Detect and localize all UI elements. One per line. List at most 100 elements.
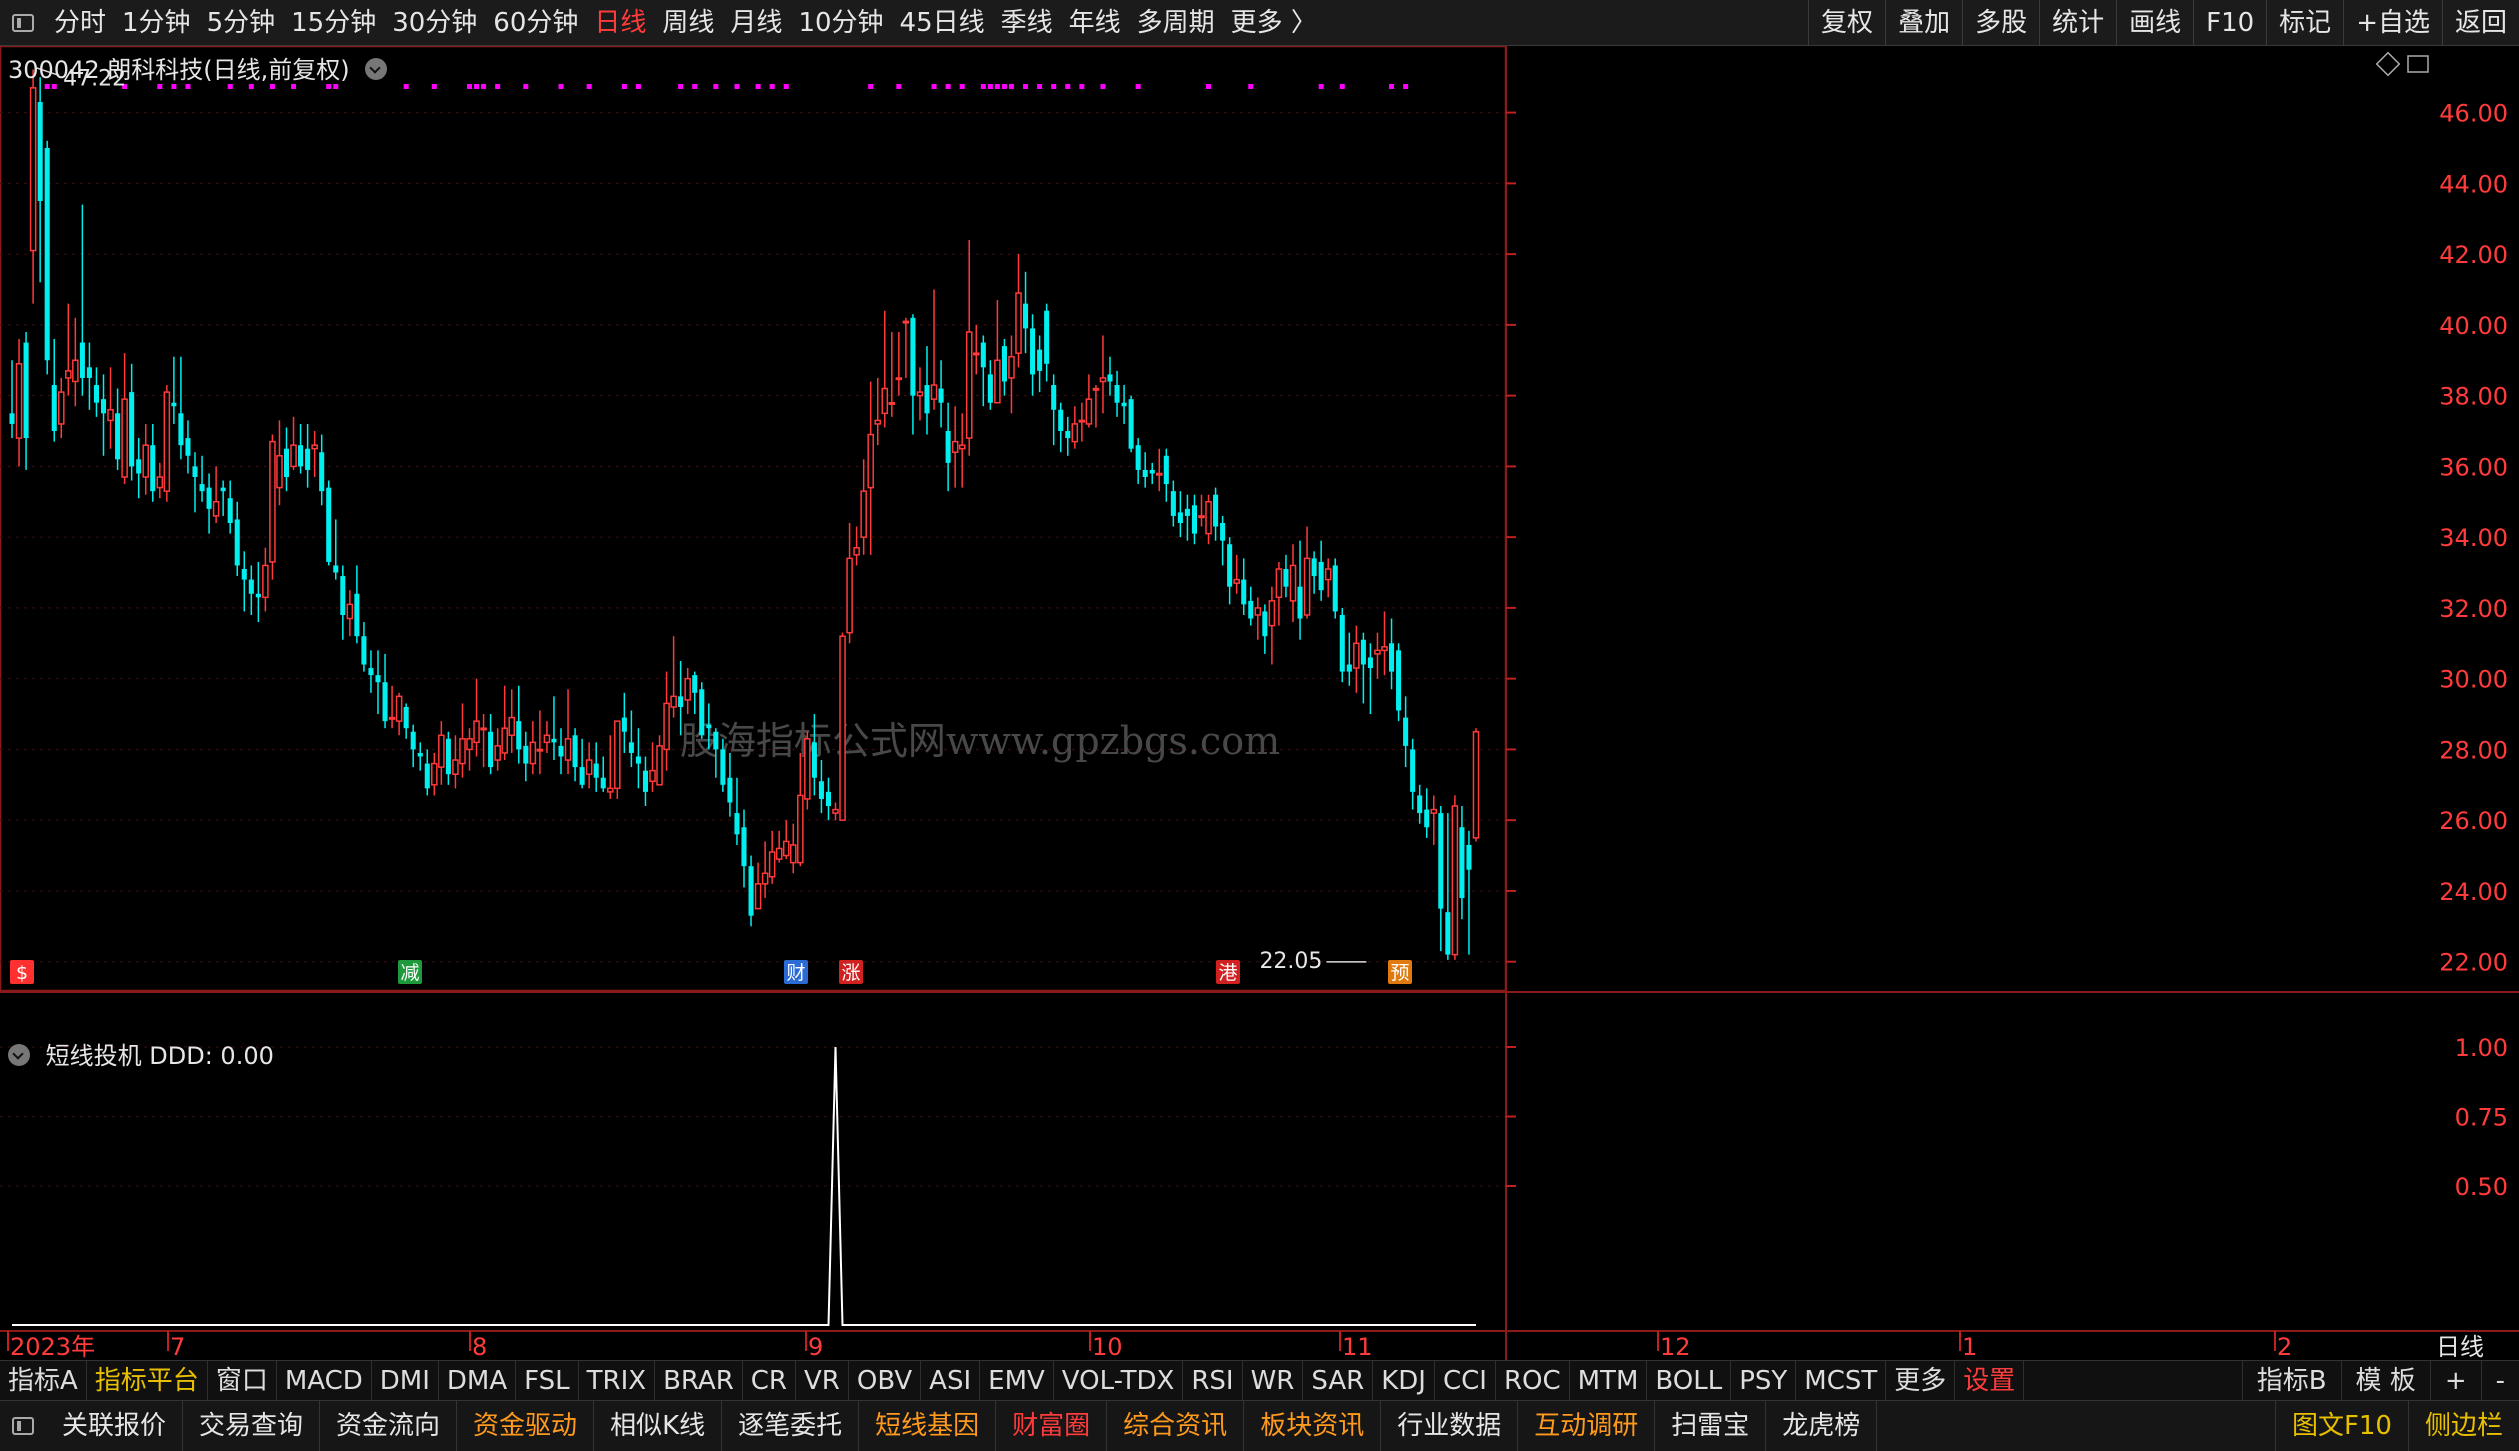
period-tab[interactable]: 月线 bbox=[722, 0, 790, 46]
toolbar-button[interactable]: 标记 bbox=[2266, 0, 2343, 46]
period-tab[interactable]: 60分钟 bbox=[485, 0, 586, 46]
candle-body-down bbox=[136, 459, 142, 474]
period-tab[interactable]: 年线 bbox=[1061, 0, 1129, 46]
indicator-tab[interactable]: PSY bbox=[1731, 1360, 1797, 1401]
indicator-tab[interactable]: WR bbox=[1243, 1360, 1304, 1401]
indicator-tab[interactable]: ASI bbox=[921, 1360, 981, 1401]
candle-body-down bbox=[1438, 813, 1444, 909]
indicator-tab[interactable]: 指标平台 bbox=[87, 1360, 208, 1401]
indicator-tab[interactable]: DMI bbox=[372, 1360, 439, 1401]
candle-body-up bbox=[431, 762, 438, 786]
indicator-tab-control[interactable]: - bbox=[2480, 1360, 2519, 1401]
function-button[interactable]: 逐笔委托 bbox=[722, 1400, 860, 1451]
period-tab[interactable]: 5分钟 bbox=[199, 0, 284, 46]
title-dropdown-icon[interactable] bbox=[365, 58, 388, 80]
period-tab[interactable]: 30分钟 bbox=[384, 0, 485, 46]
function-bar-list: 关联报价 交易查询 资金流向 资金驱动 相似K线 逐笔委托 短线基因 财富圈 综合资讯 板块资讯行… bbox=[46, 1400, 1878, 1451]
indicator-tab-control[interactable]: + bbox=[2429, 1360, 2481, 1401]
candle-body-down bbox=[980, 342, 986, 368]
period-tab[interactable]: 周线 bbox=[654, 0, 722, 46]
signal-dot bbox=[1037, 84, 1043, 89]
toolbar-button[interactable]: 画线 bbox=[2116, 0, 2193, 46]
indicator-tab[interactable]: 更多 bbox=[1886, 1360, 1956, 1401]
indicator-tab[interactable]: FSL bbox=[516, 1360, 579, 1401]
indicator-tab[interactable]: 设置 bbox=[1955, 1360, 2025, 1401]
period-tab[interactable]: 10分钟 bbox=[790, 0, 891, 46]
function-button[interactable]: 相似K线 bbox=[594, 1400, 723, 1451]
period-tab[interactable]: 分时 bbox=[46, 0, 114, 46]
toolbar-button[interactable]: F10 bbox=[2193, 0, 2266, 46]
event-marker-label: 港 bbox=[1218, 962, 1237, 984]
period-toolbar: 分时 1分钟 5分钟 15分钟 30分钟 60分钟 日线 周线 月线 10分钟 45日线 季线 年线 多周… bbox=[0, 0, 2519, 46]
signal-dot bbox=[1135, 84, 1141, 89]
toolbar-button[interactable]: +自选 bbox=[2343, 0, 2442, 46]
function-button[interactable]: 扫雷宝 bbox=[1655, 1400, 1767, 1451]
indicator-tab[interactable]: KDJ bbox=[1373, 1360, 1435, 1401]
kline-chart[interactable]: 46.00 44.00 42.00 40.00 38.00 36.00 34.00 32.00… bbox=[0, 46, 2519, 1360]
candle-body-up bbox=[1015, 292, 1022, 354]
function-button[interactable]: 板块资讯 bbox=[1244, 1400, 1382, 1451]
function-button-right[interactable]: 侧边栏 bbox=[2407, 1400, 2519, 1451]
candle-body-down bbox=[1213, 494, 1219, 527]
period-tab[interactable]: 更多 〉 bbox=[1223, 0, 1325, 46]
indicator-tab[interactable]: VOL-TDX bbox=[1054, 1360, 1184, 1401]
period-tab[interactable]: 15分钟 bbox=[283, 0, 384, 46]
indicator-tab-right: 指标B 模 板 + - bbox=[2241, 1360, 2519, 1401]
function-button[interactable]: 关联报价 bbox=[46, 1400, 184, 1451]
period-tab[interactable]: 45日线 bbox=[892, 0, 993, 46]
indicator-dropdown-icon[interactable] bbox=[8, 1044, 30, 1066]
indicator-tab[interactable]: CCI bbox=[1435, 1360, 1496, 1401]
period-tab[interactable]: 多周期 bbox=[1129, 0, 1223, 46]
candle-body-down bbox=[1191, 505, 1197, 534]
indicator-tab[interactable]: EMV bbox=[980, 1360, 1054, 1401]
indicator-tab[interactable]: TRIX bbox=[579, 1360, 656, 1401]
indicator-tab[interactable]: DMA bbox=[439, 1360, 517, 1401]
function-button[interactable]: 综合资讯 bbox=[1107, 1400, 1245, 1451]
indicator-tab[interactable]: MCST bbox=[1796, 1360, 1887, 1401]
indicator-tab[interactable]: SAR bbox=[1303, 1360, 1374, 1401]
indicator-tab[interactable]: 窗口 bbox=[208, 1360, 277, 1401]
function-button[interactable]: 行业数据 bbox=[1381, 1400, 1519, 1451]
indicator-tab[interactable]: CR bbox=[743, 1360, 797, 1401]
function-button[interactable]: 资金驱动 bbox=[457, 1400, 595, 1451]
function-button[interactable]: 财富圈 bbox=[996, 1400, 1108, 1451]
price-axis-label: 38.00 bbox=[2439, 383, 2508, 411]
indicator-tab[interactable]: BOLL bbox=[1647, 1360, 1732, 1401]
toolbar-button[interactable]: 复权 bbox=[1808, 0, 1885, 46]
function-button[interactable]: 互动调研 bbox=[1518, 1400, 1656, 1451]
function-button[interactable]: 资金流向 bbox=[320, 1400, 458, 1451]
indicator-tab[interactable]: OBV bbox=[849, 1360, 922, 1401]
period-tab[interactable]: 1分钟 bbox=[114, 0, 199, 46]
signal-dot bbox=[523, 84, 529, 89]
indicator-tab[interactable]: BRAR bbox=[655, 1360, 743, 1401]
chart-title-text: 300042 朗科科技(日线,前复权) bbox=[8, 56, 350, 84]
period-tab[interactable]: 季线 bbox=[993, 0, 1061, 46]
period-tab[interactable]: 日线 bbox=[586, 0, 654, 46]
indicator-tab[interactable]: MTM bbox=[1570, 1360, 1648, 1401]
function-button[interactable]: 短线基因 bbox=[859, 1400, 997, 1451]
candle-body-up bbox=[290, 444, 297, 468]
candle-body-up bbox=[797, 794, 804, 864]
candle-body-down bbox=[23, 342, 29, 439]
function-button-right[interactable]: 图文F10 bbox=[2274, 1400, 2408, 1451]
indicator-tab[interactable]: 指标A bbox=[0, 1360, 87, 1401]
indicator-tab[interactable]: VR bbox=[796, 1360, 849, 1401]
indicator-tab[interactable]: ROC bbox=[1496, 1360, 1570, 1401]
function-button[interactable]: 交易查询 bbox=[183, 1400, 321, 1451]
toolbar-button[interactable]: 返回 bbox=[2441, 0, 2519, 46]
candle-body-up bbox=[529, 741, 537, 765]
indicator-tab[interactable]: MACD bbox=[277, 1360, 372, 1401]
toolbar-button[interactable]: 多股 bbox=[1962, 0, 2039, 46]
candle-body-down bbox=[987, 374, 993, 403]
indicator-tab-control[interactable]: 模 板 bbox=[2340, 1360, 2430, 1401]
toolbar-button[interactable]: 统计 bbox=[2039, 0, 2116, 46]
candle-body-down bbox=[1023, 303, 1029, 329]
indicator-tab-control[interactable]: 指标B bbox=[2241, 1360, 2341, 1401]
function-menu-icon[interactable] bbox=[0, 1403, 46, 1449]
toolbar-button[interactable]: 叠加 bbox=[1885, 0, 1962, 46]
indicator-tab[interactable]: RSI bbox=[1183, 1360, 1243, 1401]
indicator-tabs: 指标A 指标平台 窗口 MACD DMI DMA FSL TRIX BRAR CR VR OBV ASI… bbox=[0, 1360, 2519, 1401]
candle-body-down bbox=[642, 770, 648, 792]
window-menu-icon[interactable] bbox=[0, 0, 46, 46]
function-button[interactable]: 龙虎榜 bbox=[1766, 1400, 1878, 1451]
